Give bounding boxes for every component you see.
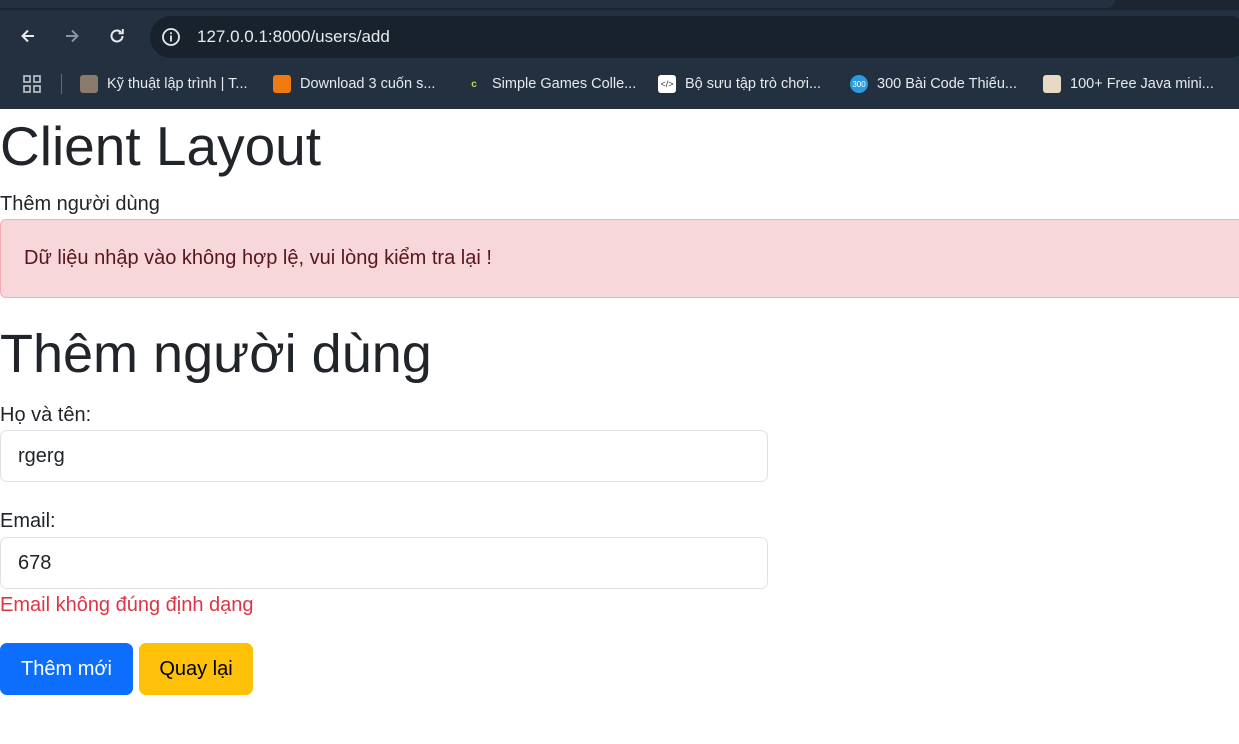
back-button[interactable] <box>13 21 43 51</box>
url-text[interactable]: 127.0.0.1:8000/users/add <box>197 27 390 47</box>
forward-button[interactable] <box>57 21 87 51</box>
avatar-favicon-icon <box>1043 75 1061 93</box>
bookmark-label: Simple Games Colle... <box>492 76 637 92</box>
bookmarks-separator <box>61 74 62 94</box>
alert-text: Dữ liệu nhập vào không hợp lệ, vui lòng … <box>24 247 492 269</box>
arrow-left-icon <box>21 29 34 43</box>
error-alert: Dữ liệu nhập vào không hợp lệ, vui lòng … <box>0 219 1239 298</box>
code-favicon-icon: </> <box>658 75 676 93</box>
browser-toolbar: 127.0.0.1:8000/users/add <box>0 10 1239 62</box>
bookmark-item[interactable]: 100+ Free Java mini... <box>1043 72 1214 96</box>
tab-strip <box>0 0 1239 10</box>
address-bar[interactable]: 127.0.0.1:8000/users/add <box>150 16 1239 58</box>
page-content: Client Layout Thêm người dùng Dữ liệu nh… <box>0 109 1239 744</box>
active-tab[interactable] <box>0 0 1115 8</box>
bookmark-item[interactable]: Download 3 cuốn s... <box>273 72 435 96</box>
bookmark-label: 100+ Free Java mini... <box>1070 76 1214 92</box>
c-favicon-icon: c <box>471 78 477 90</box>
name-label: Họ và tên: <box>0 404 92 426</box>
email-error-message: Email không đúng định dạng <box>0 594 254 616</box>
apps-grid-icon[interactable] <box>23 75 41 93</box>
arrow-right-icon <box>66 29 79 43</box>
back-button-page[interactable]: Quay lại <box>139 643 253 695</box>
bookmark-item[interactable]: Kỹ thuật lập trình | T... <box>80 72 248 96</box>
reload-button[interactable] <box>102 21 132 51</box>
bookmark-label: Kỹ thuật lập trình | T... <box>107 76 248 92</box>
bookmark-item[interactable]: c Simple Games Colle... <box>465 72 636 96</box>
name-input[interactable]: rgerg <box>0 430 768 482</box>
form-title: Thêm người dùng <box>0 324 432 384</box>
info-icon[interactable] <box>160 26 182 48</box>
photo-favicon-icon <box>80 75 98 93</box>
email-label: Email: <box>0 510 56 532</box>
reload-icon <box>110 29 124 43</box>
page-subtitle: Thêm người dùng <box>0 193 160 215</box>
add-new-button[interactable]: Thêm mới <box>0 643 133 695</box>
bookmark-item[interactable]: 300 300 Bài Code Thiếu... <box>850 72 1017 96</box>
orange-favicon-icon <box>273 75 291 93</box>
bookmark-label: Bộ sưu tập trò chơi... <box>685 76 822 92</box>
bookmark-label: Download 3 cuốn s... <box>300 76 436 92</box>
browser-chrome: 127.0.0.1:8000/users/add Kỹ thuật lập tr… <box>0 0 1239 109</box>
bookmark-label: 300 Bài Code Thiếu... <box>877 76 1017 92</box>
email-input[interactable]: 678 <box>0 537 768 589</box>
layout-title: Client Layout <box>0 115 322 177</box>
bookmark-item[interactable]: </> Bộ sưu tập trò chơi... <box>658 72 821 96</box>
bookmarks-bar: Kỹ thuật lập trình | T... Download 3 cuố… <box>0 62 1239 106</box>
300-favicon-icon: 300 <box>850 75 868 93</box>
